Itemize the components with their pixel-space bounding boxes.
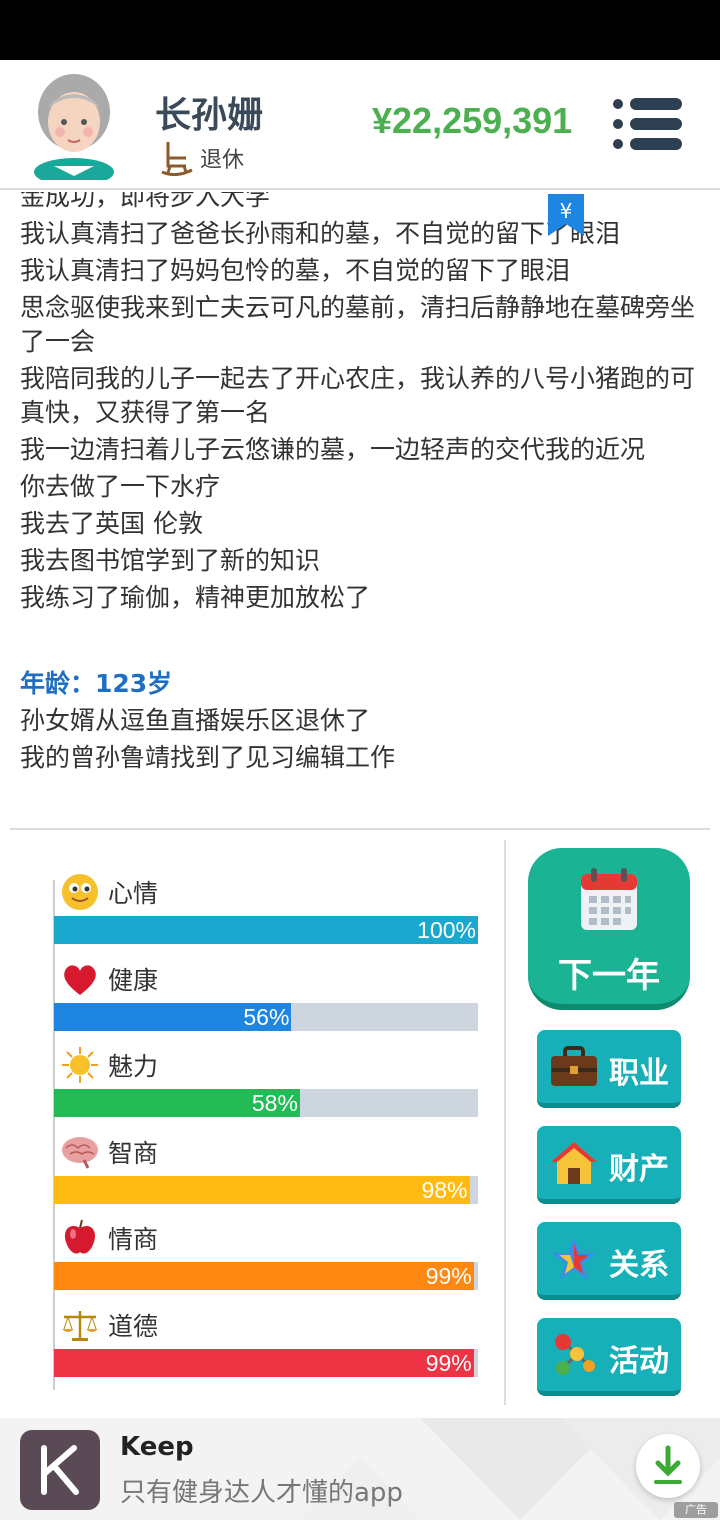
log-entries-before: 金成功，即将步入大学 我认真清扫了爸爸长孙雨和的墓，不自觉的留下了眼泪 我认真清… <box>20 192 700 615</box>
stat-bar: 98% <box>54 1175 478 1204</box>
activity-button[interactable]: 活动 <box>537 1318 681 1396</box>
stat-label: 情商 <box>108 1225 159 1255</box>
relations-button[interactable]: 关系 <box>537 1222 681 1300</box>
money-balance: ¥22,259,391 <box>372 100 573 141</box>
stat-bar: 99% <box>54 1348 478 1377</box>
property-label: 财产 <box>609 1152 669 1187</box>
career-label: 职业 <box>609 1056 669 1091</box>
career-button[interactable]: 职业 <box>537 1030 681 1108</box>
sun-icon <box>62 1047 98 1084</box>
status-label: 退休 <box>200 148 245 173</box>
player-name: 长孙姗 <box>155 95 264 136</box>
stat-bar: 56% <box>54 1002 478 1031</box>
log-line: 我认真清扫了爸爸长孙雨和的墓，不自觉的留下了眼泪 <box>20 219 621 248</box>
avatar[interactable] <box>24 68 124 180</box>
property-button[interactable]: 财产 <box>537 1126 681 1204</box>
section-divider <box>10 828 710 830</box>
download-button[interactable] <box>636 1434 700 1498</box>
stat-percent: 58% <box>251 1090 298 1117</box>
log-line: 金成功，即将步入大学 <box>20 192 271 211</box>
stat-label: 心情 <box>108 879 159 908</box>
keep-k-icon <box>41 1445 79 1495</box>
stat-eq: 情商 99% <box>54 1218 478 1305</box>
yen-bookmark-icon[interactable]: ¥ <box>548 194 584 236</box>
stat-charm: 魅力 58% <box>54 1045 478 1132</box>
stat-percent: 100% <box>417 917 476 943</box>
profile-header: 长孙姗 退休 ¥22,259,391 <box>0 60 720 190</box>
heart-icon <box>64 964 96 995</box>
ad-description: 只有健身达人才懂的app <box>120 1478 403 1508</box>
stat-label: 道德 <box>108 1311 159 1341</box>
stat-label: 智商 <box>108 1138 159 1168</box>
life-status: 退休 <box>160 140 244 176</box>
relations-label: 关系 <box>609 1248 669 1283</box>
ad-badge: 广告 <box>674 1502 718 1518</box>
yen-tag-text: ¥ <box>560 199 573 223</box>
next-year-label: 下一年 <box>558 956 660 996</box>
log-line: 你去做了一下水疗 <box>20 472 221 501</box>
menu-icon[interactable] <box>612 96 684 152</box>
ad-banner[interactable]: Keep 只有健身达人才懂的app <box>0 1418 720 1520</box>
stat-label: 健康 <box>108 965 159 995</box>
brain-icon <box>62 1136 98 1169</box>
keep-logo <box>20 1430 100 1510</box>
stat-iq: 智商 98% <box>54 1132 478 1219</box>
stat-bar: 99% <box>54 1262 478 1291</box>
next-year-button[interactable]: 下一年 <box>528 848 690 1010</box>
stat-label: 魅力 <box>108 1052 159 1082</box>
status-bar <box>0 0 720 60</box>
star-icon <box>551 1238 597 1280</box>
molecule-icon <box>555 1334 595 1375</box>
rocking-chair-icon <box>161 142 193 176</box>
house-icon <box>551 1142 597 1184</box>
stat-health: 健康 56% <box>54 959 478 1046</box>
log-line: 我一边清扫着儿子云悠谦的墓，一边轻声的交代我的近况 <box>20 435 646 464</box>
log-line: 我认真清扫了妈妈包怜的墓，不自觉的留下了眼泪 <box>20 256 571 285</box>
activity-label: 活动 <box>609 1344 669 1379</box>
stat-percent: 98% <box>421 1176 468 1203</box>
log-line: 我去图书馆学到了新的知识 <box>20 546 321 575</box>
log-line: 我陪同我的儿子一起去了开心农庄，我认养的八号小猪跑的可真快，又获得了第一名 <box>20 364 696 427</box>
apple-icon <box>64 1220 96 1254</box>
stat-percent: 99% <box>425 1349 472 1376</box>
ad-title: Keep <box>120 1432 194 1462</box>
vertical-divider <box>504 840 506 1405</box>
stat-bar: 100% <box>54 916 478 944</box>
log-line: 孙女婿从逗鱼直播娱乐区退休了 <box>20 706 371 735</box>
age-heading: 年龄：123岁 <box>20 669 173 698</box>
briefcase-icon <box>551 1046 597 1086</box>
log-line: 我去了英国 伦敦 <box>20 509 203 538</box>
stat-morality: 道德 99% <box>54 1305 478 1392</box>
smiley-icon <box>62 874 98 910</box>
log-line: 我的曾孙鲁靖找到了见习编辑工作 <box>20 743 396 772</box>
log-line: 思念驱使我来到亡夫云可凡的墓前，清扫后静静地在墓碑旁坐了一会 <box>20 293 696 356</box>
stat-percent: 99% <box>425 1263 472 1290</box>
log-line: 我练习了瑜伽，精神更加放松了 <box>20 583 371 612</box>
download-icon <box>654 1445 682 1484</box>
life-log[interactable]: 金成功，即将步入大学 我认真清扫了爸爸长孙雨和的墓，不自觉的留下了眼泪 我认真清… <box>0 192 720 812</box>
scales-icon <box>62 1310 98 1341</box>
stat-percent: 56% <box>243 1003 290 1030</box>
calendar-icon <box>581 868 637 930</box>
stat-bar: 58% <box>54 1089 478 1118</box>
stat-mood: 心情 100% <box>54 872 478 959</box>
stats-panel: 心情 100% 健康 56% 魅力 58% 智商 98% 情商 99% 道德 9… <box>54 872 478 1392</box>
